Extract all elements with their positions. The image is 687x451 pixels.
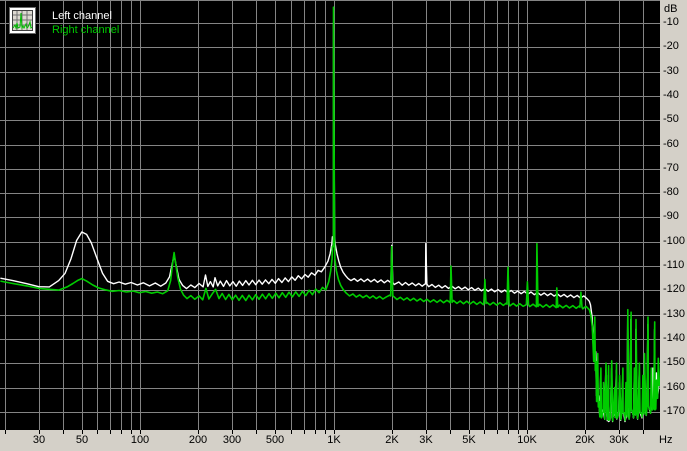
x-tick-mark xyxy=(291,430,292,434)
y-tick-label: -110 xyxy=(663,259,685,271)
x-tick-mark xyxy=(643,430,644,434)
x-tick-label: 100 xyxy=(130,434,150,446)
x-tick-mark xyxy=(508,430,509,434)
y-tick-label: -100 xyxy=(663,234,686,247)
x-axis: Hz 30 50 100 200 300 500 1K 2K 3K 5K 10K 20K 30K xyxy=(0,430,687,451)
spectrum-chart: Left channel Right channel dB -10 -20 -30 -… xyxy=(0,0,687,451)
series-right-channel xyxy=(0,6,660,422)
x-tick-label: 3K xyxy=(419,434,433,446)
y-tick-label: -60 xyxy=(663,137,679,150)
x-tick-mark xyxy=(497,430,498,434)
x-tick-mark xyxy=(5,430,6,434)
x-tick-mark xyxy=(325,430,326,434)
x-tick-label: 50 xyxy=(75,434,89,446)
y-tick-label: -30 xyxy=(663,64,679,77)
x-tick-mark xyxy=(315,430,316,434)
y-tick-label: -130 xyxy=(663,307,686,320)
x-tick-mark xyxy=(63,430,64,434)
plot-area xyxy=(0,0,660,430)
x-tick-label: 20K xyxy=(575,434,595,446)
y-tick-label: -80 xyxy=(663,186,679,199)
x-tick-label: 200 xyxy=(188,434,208,446)
y-tick-label: -90 xyxy=(663,210,679,223)
legend-label-right-channel: Right channel xyxy=(52,24,120,36)
x-tick-label: 2K xyxy=(385,434,399,446)
y-tick-label: -40 xyxy=(663,88,679,101)
x-axis-unit-label: Hz xyxy=(659,434,673,446)
y-axis-unit-label: dB xyxy=(664,3,678,15)
x-tick-mark xyxy=(484,430,485,434)
y-tick-label: -50 xyxy=(663,113,679,126)
x-tick-label: 30 xyxy=(32,434,46,446)
x-tick-label: 500 xyxy=(265,434,285,446)
x-tick-mark xyxy=(450,430,451,434)
y-tick-label: -150 xyxy=(663,356,686,369)
y-tick-label: -120 xyxy=(663,283,686,296)
x-tick-mark xyxy=(121,430,122,434)
x-tick-label: 5K xyxy=(462,434,476,446)
x-tick-mark xyxy=(304,430,305,434)
x-tick-label: 1K xyxy=(327,434,341,446)
plot-svg xyxy=(0,0,660,430)
legend-label-left-channel: Left channel xyxy=(52,10,112,22)
mini-spectrum-icon xyxy=(9,7,36,34)
y-tick-label: -70 xyxy=(663,161,679,174)
x-tick-mark xyxy=(110,430,111,434)
y-tick-label: -170 xyxy=(663,404,686,417)
x-tick-mark xyxy=(97,430,98,434)
x-tick-label: 300 xyxy=(222,434,242,446)
y-tick-label: -10 xyxy=(663,16,679,28)
series-left-channel xyxy=(0,22,660,423)
y-tick-label: -160 xyxy=(663,380,686,393)
x-tick-label: 30K xyxy=(609,434,629,446)
y-axis: dB -10 -20 -30 -40 -50 -60 -70 -80 -90 -100 -110 -1… xyxy=(660,0,687,430)
x-tick-mark xyxy=(256,430,257,434)
y-tick-label: -140 xyxy=(663,331,686,344)
x-tick-label: 10K xyxy=(517,434,537,446)
y-tick-label: -20 xyxy=(663,40,679,53)
